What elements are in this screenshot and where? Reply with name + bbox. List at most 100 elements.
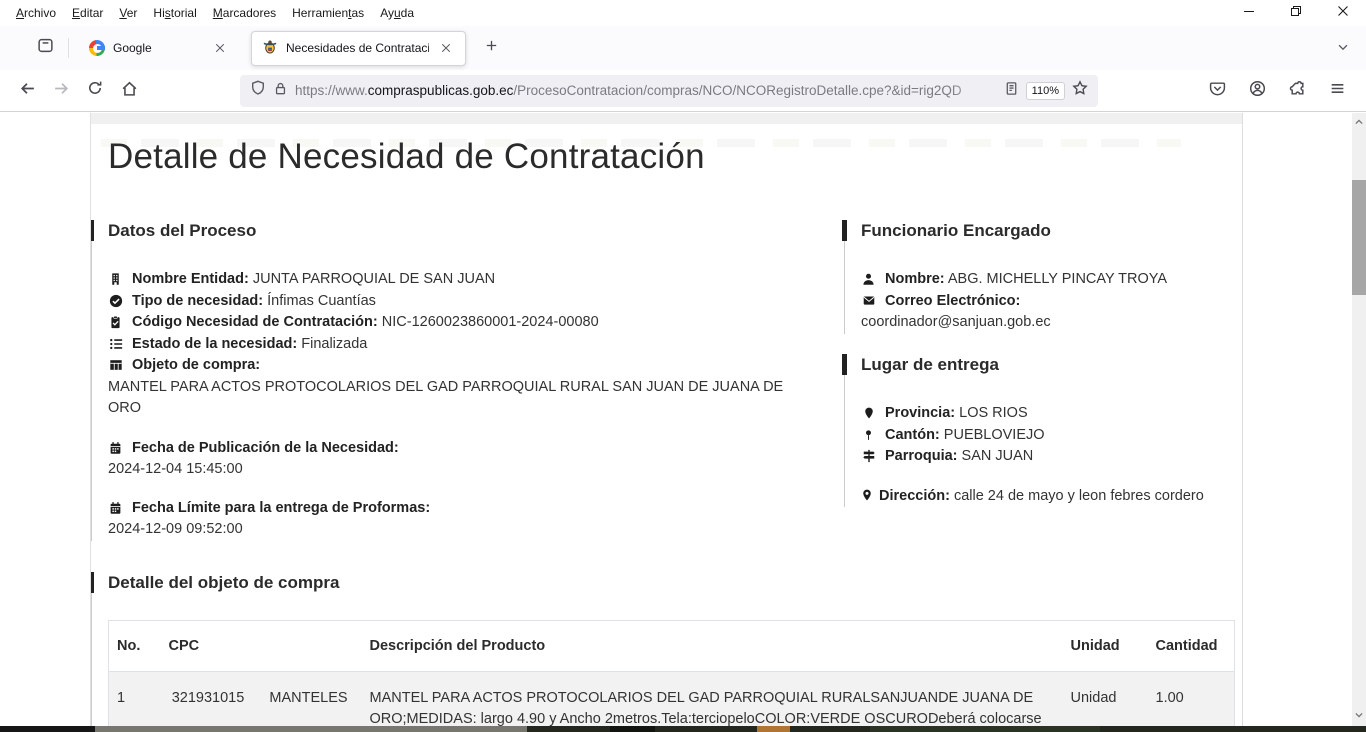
scrollbar-thumb[interactable]	[1352, 180, 1366, 295]
restore-button[interactable]	[1272, 0, 1319, 26]
taskbar-segment	[870, 726, 1100, 732]
minimize-button[interactable]	[1225, 0, 1272, 26]
browser-window: Archivo Editar Ver Historial Marcadores …	[0, 0, 1366, 732]
scroll-down-button[interactable]	[1352, 708, 1366, 724]
back-button[interactable]	[10, 75, 44, 107]
close-window-icon	[1337, 4, 1349, 22]
url-text[interactable]: https://www.compraspublicas.gob.ec/Proce…	[295, 83, 997, 98]
reader-view-icon[interactable]	[1004, 81, 1019, 101]
chevron-down-icon	[1336, 40, 1350, 59]
section-lugar-de-entrega: Lugar de entrega Provincia: LOS RIOS Can…	[844, 354, 1236, 507]
firefox-view-button[interactable]	[28, 33, 62, 63]
field-nombre-entidad: Nombre Entidad: JUNTA PARROQUIAL DE SAN …	[108, 269, 806, 291]
col-header-cpc: CPC	[161, 621, 362, 672]
taskbar-segment	[95, 726, 527, 732]
calendar-icon	[108, 501, 123, 515]
list-all-tabs-button[interactable]	[1330, 36, 1356, 62]
field-objeto-compra: Objeto de compra:	[108, 355, 806, 377]
reload-icon	[87, 80, 103, 101]
tab-active-close-icon[interactable]	[437, 39, 455, 57]
correo-value: coordinador@sanjuan.gob.ec	[861, 312, 1236, 334]
section-datos-del-proceso: Datos del Proceso Nombre Entidad: JUNTA …	[91, 220, 806, 541]
tab-active-label: Necesidades de Contratación y	[286, 41, 429, 55]
cell-cantidad: 1.00	[1148, 672, 1235, 727]
section-heading: Funcionario Encargado	[861, 220, 1236, 241]
section-funcionario-encargado: Funcionario Encargado Nombre: ABG. MICHE…	[844, 220, 1236, 334]
map-pin-icon	[861, 428, 876, 442]
scroll-up-button[interactable]	[1352, 115, 1366, 131]
user-icon	[861, 272, 876, 286]
firefox-view-icon	[37, 37, 54, 59]
tab-necesidades-active[interactable]: Necesidades de Contratación y	[251, 31, 466, 66]
field-fecha-publicacion: Fecha de Publicación de la Necesidad:	[108, 438, 806, 460]
menu-ver[interactable]: Ver	[111, 3, 145, 23]
col-header-no: No.	[109, 621, 161, 672]
cell-unidad: Unidad	[1063, 672, 1148, 727]
section-heading: Lugar de entrega	[861, 354, 1236, 375]
map-signs-icon	[861, 449, 876, 463]
ecuador-crest-favicon	[262, 39, 278, 58]
minimize-icon	[1243, 4, 1255, 22]
col-header-descripcion: Descripción del Producto	[362, 621, 1063, 672]
pocket-icon	[1209, 80, 1226, 102]
menu-ayuda[interactable]: Ayuda	[372, 3, 422, 23]
forward-button[interactable]	[44, 75, 78, 107]
hamburger-icon	[1329, 80, 1346, 102]
section-detalle-objeto-compra: Detalle del objeto de compra No. CPC Des…	[91, 572, 1234, 726]
detalle-table: No. CPC Descripción del Producto Unidad …	[108, 620, 1235, 726]
nav-toolbar: https://www.compraspublicas.gob.ec/Proce…	[0, 70, 1366, 112]
table-row: 1 321931015 MANTELES MANTEL PARA ACTOS P…	[109, 672, 1235, 727]
menu-bar: Archivo Editar Ver Historial Marcadores …	[0, 0, 422, 26]
home-button[interactable]	[112, 75, 146, 107]
vertical-scrollbar[interactable]	[1352, 113, 1366, 726]
new-tab-button[interactable]	[476, 33, 506, 63]
field-direccion: Dirección: calle 24 de mayo y leon febre…	[861, 486, 1236, 508]
bookmark-star-icon[interactable]	[1072, 80, 1088, 101]
map-marker-alt-icon	[861, 488, 879, 504]
scroll-up-icon	[1354, 114, 1364, 132]
reload-button[interactable]	[78, 75, 112, 107]
menu-herramientas[interactable]: Herramientas	[284, 3, 372, 23]
section-heading: Datos del Proceso	[108, 220, 806, 241]
clipboard-check-icon	[108, 315, 123, 329]
close-window-button[interactable]	[1319, 0, 1366, 26]
account-button[interactable]	[1240, 75, 1274, 107]
menu-editar[interactable]: Editar	[64, 3, 111, 23]
menu-archivo[interactable]: Archivo	[8, 3, 64, 23]
table-icon	[108, 358, 123, 372]
app-menu-button[interactable]	[1320, 75, 1354, 107]
col-header-unidad: Unidad	[1063, 621, 1148, 672]
toolbar-right-icons	[1200, 75, 1356, 107]
puzzle-icon	[1289, 80, 1306, 102]
taskbar-segment	[0, 726, 95, 732]
calendar-icon	[108, 441, 123, 455]
title-bar: Archivo Editar Ver Historial Marcadores …	[0, 0, 1366, 26]
taskbar-accent-segment	[757, 726, 790, 732]
home-icon	[121, 80, 138, 102]
cell-no: 1	[109, 672, 161, 727]
scroll-down-icon	[1354, 707, 1364, 725]
pocket-button[interactable]	[1200, 75, 1234, 107]
tab-google-close-icon[interactable]	[211, 39, 229, 57]
tab-google[interactable]: Google	[79, 31, 239, 66]
lock-icon[interactable]	[273, 81, 288, 101]
zoom-level-badge[interactable]: 110%	[1026, 82, 1065, 100]
menu-historial[interactable]: Historial	[145, 3, 204, 23]
forward-icon	[53, 80, 70, 102]
back-icon	[19, 80, 36, 102]
cell-cpc-name: MANTELES	[256, 672, 362, 727]
section-heading: Detalle del objeto de compra	[108, 572, 1234, 593]
window-controls	[1225, 0, 1366, 26]
taskbar-sliver	[0, 726, 1366, 732]
field-provincia: Provincia: LOS RIOS	[861, 403, 1236, 425]
shield-icon[interactable]	[250, 80, 266, 101]
tab-strip: Google Necesidades de Contratación y	[0, 26, 1366, 70]
menu-marcadores[interactable]: Marcadores	[205, 3, 284, 23]
url-bar[interactable]: https://www.compraspublicas.gob.ec/Proce…	[240, 75, 1098, 107]
extensions-button[interactable]	[1280, 75, 1314, 107]
cell-descripcion: MANTEL PARA ACTOS PROTOCOLARIOS DEL GAD …	[362, 672, 1063, 727]
google-logo-icon	[89, 40, 105, 56]
url-fade	[951, 83, 997, 98]
fecha-publicacion-value: 2024-12-04 15:45:00	[108, 459, 806, 481]
field-estado-necesidad: Estado de la necesidad: Finalizada	[108, 334, 806, 356]
